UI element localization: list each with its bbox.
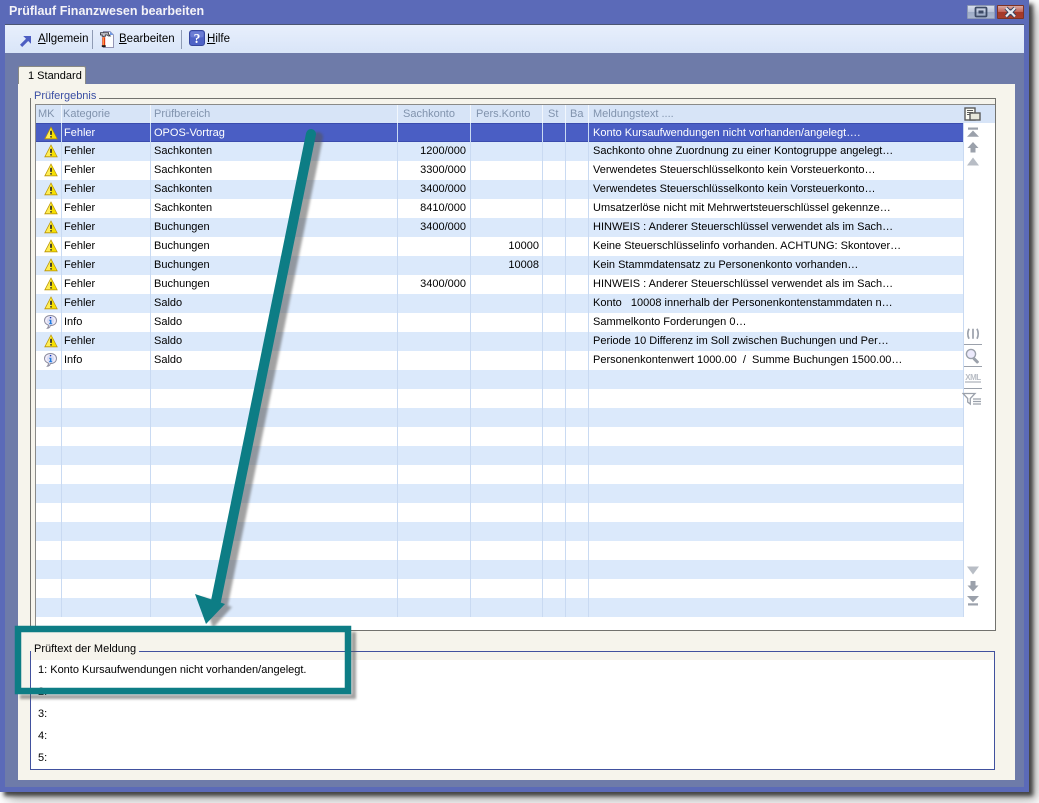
svg-text:?: ?	[194, 31, 201, 46]
svg-text:XML: XML	[965, 373, 981, 382]
